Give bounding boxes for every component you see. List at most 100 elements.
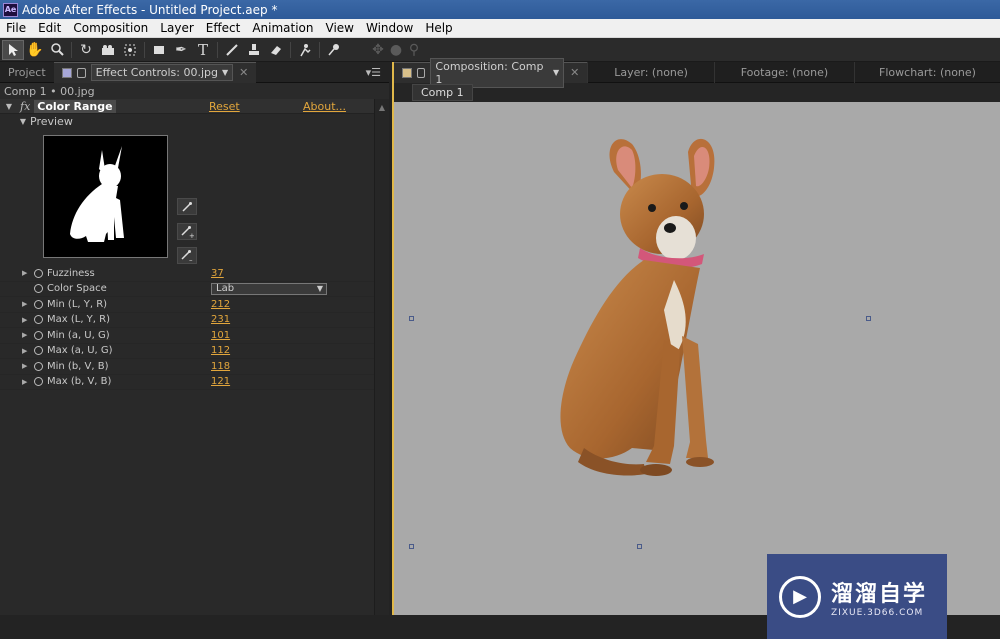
property-name: Min (a, U, G) [47, 329, 110, 341]
comp-color-swatch [402, 67, 412, 78]
property-value[interactable]: 101 [211, 330, 230, 341]
composition-panel-tabs: Composition: Comp 1 ▼ ✕ Layer: (none) Fo… [394, 57, 1000, 88]
property-row[interactable]: ▶ Max (a, U, G) 112 [0, 344, 374, 359]
color-space-select[interactable]: Lab ▼ [211, 282, 327, 295]
expand-triangle-icon[interactable]: ▶ [22, 362, 27, 370]
property-row[interactable]: ▶ Min (a, U, G) 101 [0, 328, 374, 344]
menu-animation[interactable]: Animation [246, 21, 319, 35]
layer-handle[interactable] [866, 316, 871, 321]
collapse-triangle-icon[interactable]: ▼ [4, 102, 14, 111]
watermark-logo: ▶ 溜溜自学 ZIXUE.3D66.COM [767, 554, 947, 639]
expand-triangle-icon[interactable]: ▶ [22, 347, 27, 355]
tab-flowchart[interactable]: Flowchart: (none) [854, 61, 1000, 83]
menu-layer[interactable]: Layer [154, 21, 199, 35]
stopwatch-icon[interactable] [34, 377, 43, 387]
expand-triangle-icon[interactable]: ▶ [22, 316, 27, 324]
property-value[interactable]: 118 [211, 361, 230, 372]
composition-viewer[interactable]: ▶ 溜溜自学 ZIXUE.3D66.COM [394, 102, 1000, 639]
text-tool-icon[interactable]: T [192, 40, 214, 60]
stopwatch-icon[interactable] [34, 330, 43, 340]
layer-handle[interactable] [409, 316, 414, 321]
property-row[interactable]: ▶ Max (L, Y, R) 231 [0, 313, 374, 328]
property-name: Min (b, V, B) [47, 360, 109, 372]
property-value[interactable]: 121 [211, 376, 230, 387]
eyedropper-add-icon[interactable]: + [177, 223, 197, 240]
property-value[interactable]: 231 [211, 314, 230, 325]
pan-behind-tool-icon[interactable] [119, 40, 141, 60]
eyedropper-subtract-icon[interactable]: – [177, 247, 197, 264]
menu-window[interactable]: Window [360, 21, 419, 35]
about-link[interactable]: About... [303, 100, 346, 113]
effect-controls-scrollbar[interactable]: ▲ [374, 99, 389, 615]
tab-effect-controls[interactable]: Effect Controls: 00.jpg ▼ ✕ [53, 61, 257, 83]
menu-help[interactable]: Help [419, 21, 458, 35]
reset-link[interactable]: Reset [209, 100, 240, 113]
panel-menu-icon[interactable]: ▾☰ [366, 66, 389, 79]
stopwatch-icon[interactable] [34, 284, 43, 294]
effect-header-row[interactable]: ▼ fx Color Range Reset About... [0, 99, 374, 114]
rotate-tool-icon[interactable]: ↻ [75, 40, 97, 60]
collapse-triangle-icon[interactable]: ▼ [18, 117, 28, 126]
left-panel-tabs: Project Effect Controls: 00.jpg ▼ ✕ ▾☰ [0, 61, 389, 83]
property-value[interactable]: 37 [211, 268, 224, 279]
layer-handle[interactable] [409, 544, 414, 549]
menu-composition[interactable]: Composition [67, 21, 154, 35]
stopwatch-icon[interactable] [34, 315, 43, 325]
expand-triangle-icon[interactable]: ▶ [22, 378, 27, 386]
expand-triangle-icon[interactable]: ▶ [22, 300, 27, 308]
stopwatch-icon[interactable] [34, 268, 43, 278]
property-name: Min (L, Y, R) [47, 298, 108, 310]
layer-handle[interactable] [637, 544, 642, 549]
property-name: Color Space [47, 283, 107, 295]
eraser-tool-icon[interactable] [265, 40, 287, 60]
rectangle-tool-icon[interactable] [148, 40, 170, 60]
tab-footage[interactable]: Footage: (none) [713, 61, 854, 83]
stopwatch-icon[interactable] [34, 361, 43, 371]
roto-brush-tool-icon[interactable] [294, 40, 316, 60]
menu-bar: File Edit Composition Layer Effect Anima… [0, 19, 1000, 38]
camera-tool-icon[interactable] [97, 40, 119, 60]
tab-composition[interactable]: Composition: Comp 1 ▼ ✕ [394, 57, 588, 88]
property-row[interactable]: Color Space Lab ▼ [0, 282, 374, 297]
zoom-tool-icon[interactable] [46, 40, 68, 60]
menu-view[interactable]: View [320, 21, 360, 35]
property-name: Max (L, Y, R) [47, 314, 110, 326]
puppet-pin-tool-icon[interactable] [323, 40, 345, 60]
clone-stamp-tool-icon[interactable] [243, 40, 265, 60]
property-value[interactable]: 212 [211, 299, 230, 310]
composition-dropdown[interactable]: Composition: Comp 1 ▼ [430, 57, 565, 88]
effect-controls-layer-dropdown[interactable]: Effect Controls: 00.jpg ▼ [90, 64, 234, 81]
tab-comp-1[interactable]: Comp 1 [412, 84, 473, 101]
watermark-url: ZIXUE.3D66.COM [831, 607, 924, 618]
fx-toggle-icon[interactable]: fx [20, 100, 30, 113]
property-row[interactable]: ▶ Min (b, V, B) 118 [0, 359, 374, 375]
stopwatch-icon[interactable] [34, 299, 43, 309]
close-icon[interactable]: ✕ [570, 66, 579, 79]
menu-file[interactable]: File [0, 21, 32, 35]
menu-edit[interactable]: Edit [32, 21, 67, 35]
pen-tool-icon[interactable]: ✒ [170, 40, 192, 60]
toolbar-separator [290, 41, 291, 58]
expand-triangle-icon[interactable]: ▶ [22, 331, 27, 339]
tab-project[interactable]: Project [0, 62, 54, 83]
menu-effect[interactable]: Effect [200, 21, 247, 35]
close-icon[interactable]: ✕ [239, 66, 248, 79]
property-row[interactable]: ▶ Max (b, V, B) 121 [0, 375, 374, 390]
hand-tool-icon[interactable]: ✋ [24, 40, 46, 60]
lock-icon[interactable] [416, 67, 426, 78]
lock-icon[interactable] [76, 67, 86, 78]
brush-tool-icon[interactable] [221, 40, 243, 60]
scroll-up-icon[interactable]: ▲ [375, 103, 389, 112]
color-range-preview[interactable] [43, 135, 168, 258]
selection-tool-icon[interactable] [2, 39, 24, 60]
property-row[interactable]: ▶ Min (L, Y, R) 212 [0, 297, 374, 313]
expand-triangle-icon[interactable]: ▶ [22, 269, 27, 277]
eyedropper-icon[interactable] [177, 198, 197, 215]
stopwatch-icon[interactable] [34, 346, 43, 356]
property-name: Fuzziness [47, 267, 95, 279]
property-row[interactable]: ▶ Fuzziness 37 [0, 266, 374, 282]
watermark-chinese: 溜溜自学 [831, 581, 928, 607]
tab-layer[interactable]: Layer: (none) [587, 61, 714, 83]
preview-row[interactable]: ▼ Preview [0, 114, 374, 128]
property-value[interactable]: 112 [211, 345, 230, 356]
